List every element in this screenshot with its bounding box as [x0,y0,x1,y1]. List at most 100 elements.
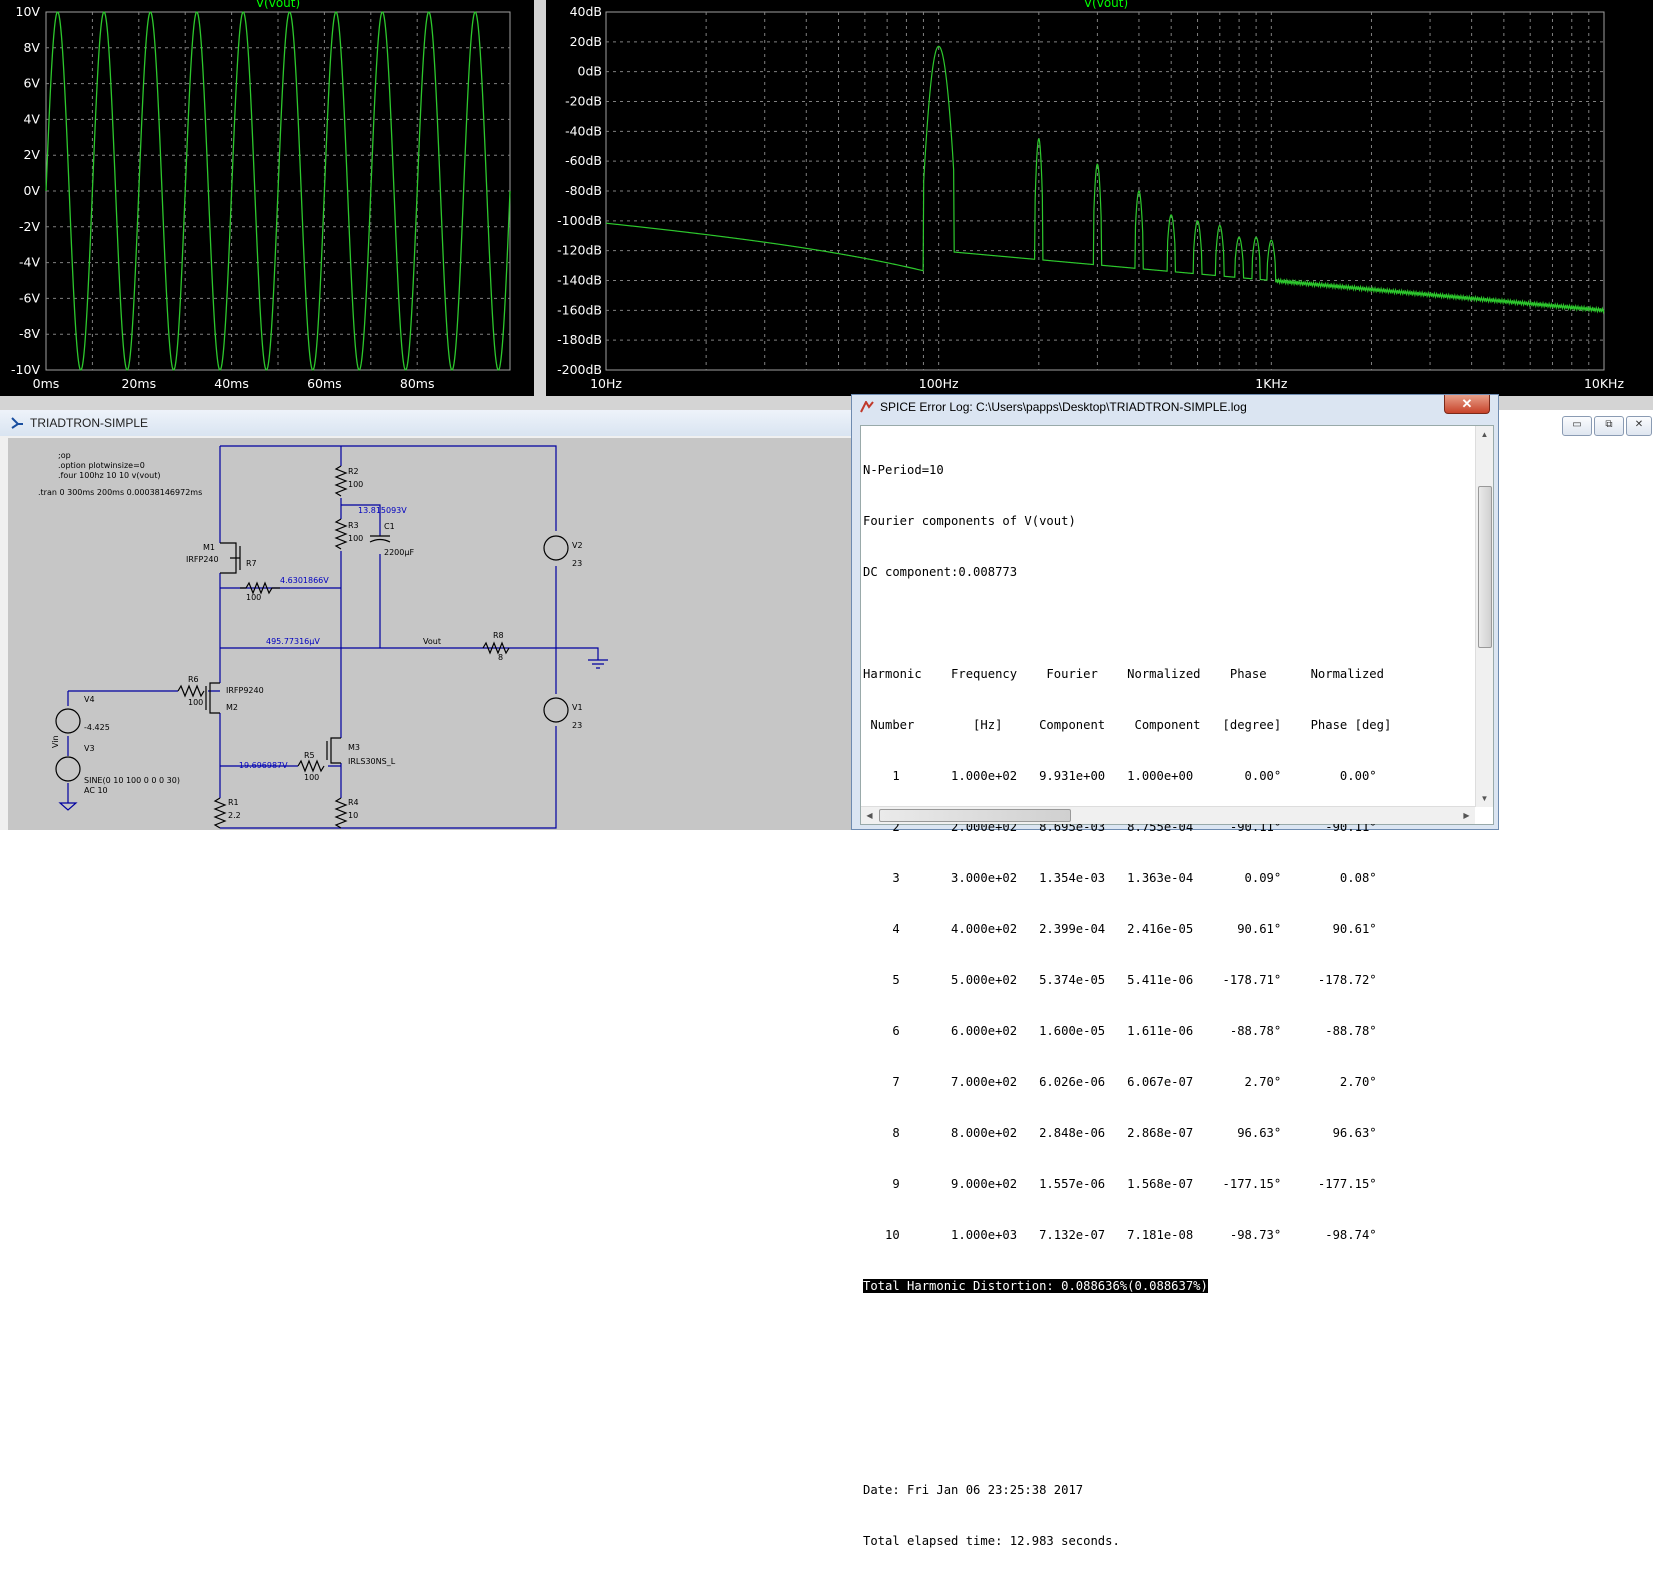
x-tick-label: 0ms [33,376,60,391]
directive-tran: .tran 0 300ms 200ms 0.00038146972ms [38,488,202,497]
transient-plot-pane[interactable]: V(vout) 10V 8V 6V 4V 2V 0V -2V -4V -6V -8V -10V 0m… [0,0,534,396]
y-tick-label: -140dB [557,273,602,288]
vertical-scroll-thumb[interactable] [1478,486,1492,648]
scroll-up-icon[interactable]: ▲ [1477,427,1492,442]
log-blank [863,1380,1391,1397]
horizontal-scroll-thumb[interactable] [879,809,1071,822]
table-row: 9 9.000e+02 1.557e-06 1.568e-07 -177.15°… [863,1177,1377,1191]
thd-line: Total Harmonic Distortion: 0.088636%(0.0… [863,1279,1208,1293]
r4-label: R4 [348,798,359,807]
r5-label: R5 [304,751,315,760]
r6-label: R6 [188,675,199,684]
r7-value: 100 [246,593,261,602]
x-tick-label: 80ms [400,376,435,391]
y-tick-label: -10V [11,362,40,377]
x-tick-label: 10KHz [1584,376,1625,391]
table-row: 1 1.000e+02 9.931e+00 1.000e+00 0.00° 0.… [863,769,1377,783]
fft-trace [605,45,1605,315]
r8-value: 8 [498,653,503,662]
vertical-scrollbar[interactable]: ▲ ▼ [1475,426,1493,807]
v4-value: -4.425 [84,723,110,732]
resistor-r3 [334,518,348,550]
schematic-wires [67,445,599,829]
date-line: Date: Fri Jan 06 23:25:38 2017 [863,1483,1084,1497]
error-log-close-button[interactable]: ✕ [1444,395,1490,414]
m3-label: M3 [348,743,360,752]
table-row: 10 1.000e+03 7.132e-07 7.181e-08 -98.73°… [863,1228,1377,1242]
x-tick-label: 1KHz [1255,376,1288,391]
y-tick-label: 40dB [570,4,602,19]
y-tick-label: -180dB [557,332,602,347]
y-tick-label: -8V [19,326,40,341]
resistor-r5 [297,759,325,773]
v4-label: V4 [84,695,95,704]
mosfet-m1 [220,542,241,574]
table-row: 8 8.000e+02 2.848e-06 2.868e-07 96.63° 9… [863,1126,1377,1140]
horizontal-scrollbar[interactable]: ◀ ▶ [861,806,1475,824]
r3-value: 100 [348,534,363,543]
fft-plot-pane[interactable]: V(vout) 40dB 20dB 0dB -20dB -40dB -60dB -80dB -… [546,0,1653,396]
voltage-source-v3 [55,756,81,782]
ground-symbol [588,659,608,669]
restore-button[interactable]: ⧉ [1594,416,1624,436]
v2-label: V2 [572,541,583,550]
ground-symbol-vin [58,802,78,811]
directive-four: .four 100hz 10 10 v(vout) [58,471,161,480]
table-row: 3 3.000e+02 1.354e-03 1.363e-04 0.09° 0.… [863,871,1377,885]
r7-label: R7 [246,559,257,568]
r1-value: 2.2 [228,811,241,820]
ltspice-icon [11,417,23,429]
transient-trace [45,11,511,371]
vin-label: Vin [51,735,60,748]
schematic-window[interactable]: TRIADTRON-SIMPLE ;op .option plotwinsize… [0,410,855,830]
transient-plot: V(vout) 10V 8V 6V 4V 2V 0V -2V -4V -6V -8V -10V 0m… [11,0,511,391]
error-log-title-bar[interactable]: SPICE Error Log: C:\Users\papps\Desktop\… [852,395,1498,419]
log-line: DC component:0.008773 [863,565,1018,579]
y-tick-label: 6V [23,76,40,91]
voltage-source-v2 [543,535,569,561]
y-tick-label: -80dB [565,183,602,198]
r8-label: R8 [493,631,504,640]
y-tick-label: -60dB [565,153,602,168]
y-tick-label: -100dB [557,213,602,228]
y-tick-label: -200dB [557,362,602,377]
table-row: 5 5.000e+02 5.374e-05 5.411e-06 -178.71°… [863,973,1377,987]
node-voltage-1: 13.815093V [358,506,407,515]
log-blank [863,615,1391,632]
capacitor-c1 [369,535,391,543]
m1-value: IRFP240 [186,555,219,564]
schematic-canvas[interactable]: ;op .option plotwinsize=0 .four 100hz 10… [8,438,855,830]
log-blank [863,1329,1391,1346]
table-row: 7 7.000e+02 6.026e-06 6.067e-07 2.70° 2.… [863,1075,1377,1089]
mosfet-m2 [205,682,220,714]
transient-plot-title: V(vout) [256,0,300,10]
y-tick-label: 20dB [570,34,602,49]
error-log-text-area[interactable]: N-Period=10 Fourier components of V(vout… [860,425,1494,1548]
scroll-right-icon[interactable]: ▶ [1459,808,1474,823]
c1-label: C1 [384,522,395,531]
r3-label: R3 [348,521,359,530]
v2-value: 23 [572,559,582,568]
y-tick-label: 10V [16,4,41,19]
close-button[interactable]: ✕ [1626,416,1652,436]
scroll-down-icon[interactable]: ▼ [1477,791,1492,806]
table-row: 6 6.000e+02 1.600e-05 1.611e-06 -88.78° … [863,1024,1377,1038]
schematic-title-bar[interactable]: TRIADTRON-SIMPLE [0,410,855,436]
resistor-r1 [213,797,227,829]
error-log-window[interactable]: SPICE Error Log: C:\Users\papps\Desktop\… [851,394,1499,1548]
v3-value: SINE(0 10 100 0 0 0 30) [84,776,180,785]
scroll-left-icon[interactable]: ◀ [862,808,877,823]
ltspice-icon [860,401,874,413]
y-tick-label: 8V [23,40,40,55]
minimize-button[interactable]: ▭ [1562,416,1592,436]
y-tick-label: -120dB [557,243,602,258]
v1-value: 23 [572,721,582,730]
voltage-source-v1 [543,697,569,723]
voltage-source-v4 [55,708,81,734]
r5-value: 100 [304,773,319,782]
schematic-title: TRIADTRON-SIMPLE [30,416,149,430]
y-tick-label: -40dB [565,123,602,138]
v1-label: V1 [572,703,583,712]
directive-option: .option plotwinsize=0 [58,461,145,470]
y-tick-label: -2V [19,219,40,234]
